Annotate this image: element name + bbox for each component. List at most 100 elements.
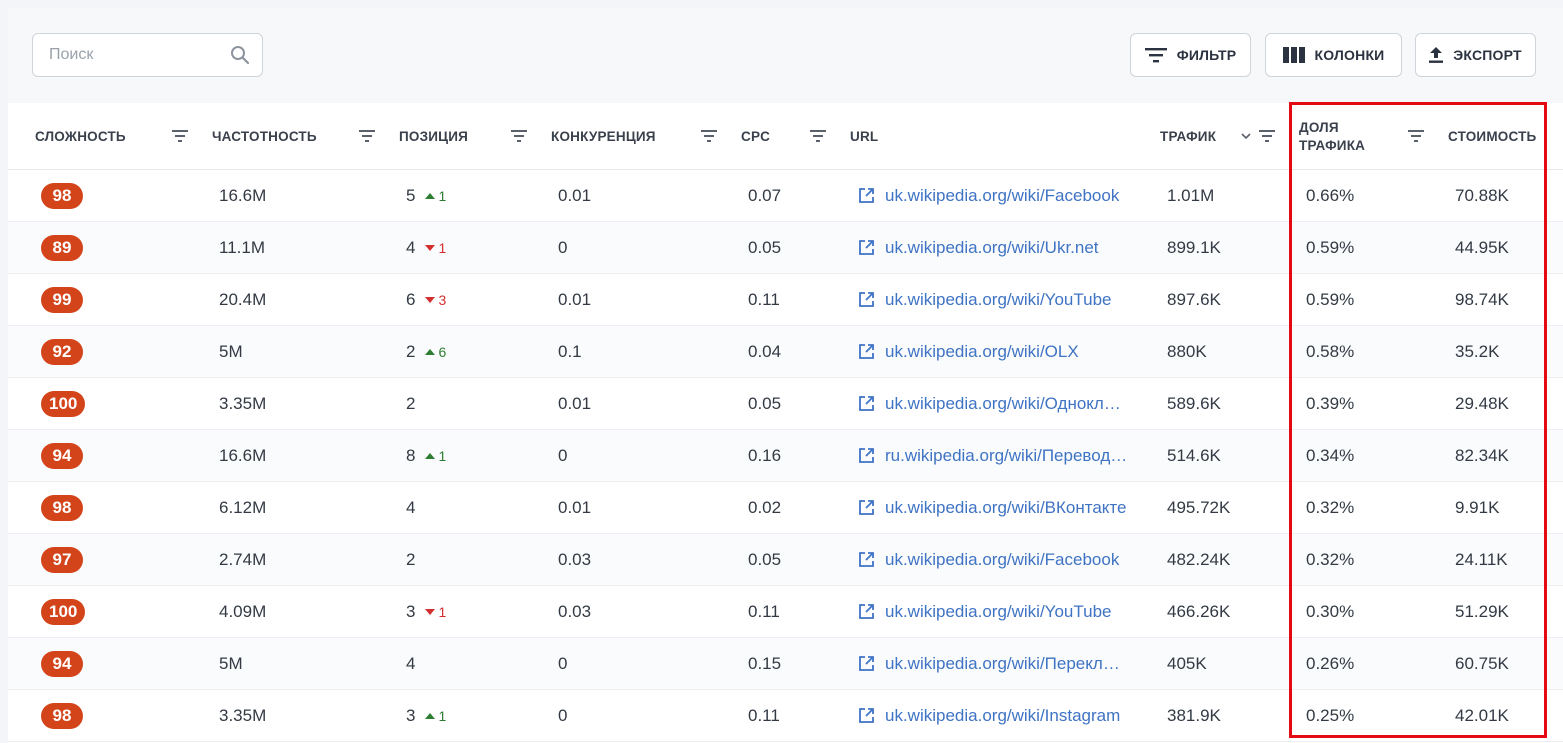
- url-link[interactable]: uk.wikipedia.org/wiki/YouTube: [858, 586, 1111, 637]
- position-change: 1: [425, 708, 446, 724]
- difficulty-badge: 98: [41, 183, 83, 209]
- competition-cell: 0: [558, 705, 568, 725]
- table-row[interactable]: 99 20.4M 6 3 0.01 0.11 uk.wikipedia.org/wiki/Y…: [8, 274, 1563, 326]
- url-link[interactable]: uk.wikipedia.org/wiki/OLX: [858, 326, 1079, 377]
- competition-cell: 0.03: [558, 601, 592, 621]
- position-cell: 31: [406, 705, 447, 725]
- external-link-icon: [859, 656, 874, 671]
- external-link-icon: [859, 448, 874, 463]
- url-link[interactable]: uk.wikipedia.org/wiki/Однокласники: [858, 378, 1129, 429]
- traffic-cell: 514.6K: [1167, 445, 1221, 465]
- traffic-cell: 1.01M: [1167, 185, 1215, 205]
- column-filter-icon[interactable]: [810, 128, 826, 144]
- export-button[interactable]: ЭКСПОРТ: [1415, 33, 1536, 77]
- columns-icon: [1282, 47, 1305, 63]
- arrow-down-icon: [425, 244, 436, 251]
- table-row[interactable]: 92 5M 2 6 0.1 0.04 uk.wikipedia.org/wiki/OLX 88…: [8, 326, 1563, 378]
- frequency-cell: 3.35M: [219, 393, 267, 413]
- position-change: 3: [425, 292, 446, 308]
- external-link-icon: [859, 500, 874, 515]
- position-cell: 2: [406, 549, 416, 569]
- competition-cell: 0: [558, 653, 568, 673]
- table-row[interactable]: 97 2.74M 2 0.03 0.05 uk.wikipedia.org/wiki/Fa…: [8, 534, 1563, 586]
- difficulty-badge: 97: [41, 547, 83, 573]
- table-row[interactable]: 94 16.6M 8 1 0 0.16 ru.wikipedia.org/wiki/Пере…: [8, 430, 1563, 482]
- cost-cell: 44.95K: [1455, 237, 1509, 257]
- traffic-cell: 897.6K: [1167, 289, 1221, 309]
- columns-button[interactable]: КОЛОНКИ: [1265, 33, 1402, 77]
- column-filter-icon[interactable]: [511, 128, 527, 144]
- table-row[interactable]: 98 6.12M 4 0.01 0.02 uk.wikipedia.org/wiki/ВК…: [8, 482, 1563, 534]
- column-header-cost[interactable]: СТОИМОСТЬ: [1448, 103, 1536, 170]
- search-input[interactable]: [33, 34, 262, 76]
- sort-chevron-down-icon[interactable]: [1240, 130, 1252, 142]
- traffic-share-cell: 0.25%: [1306, 705, 1355, 725]
- column-header-traffic-share[interactable]: ДОЛЯ ТРАФИКА: [1299, 103, 1365, 170]
- column-filter-icon[interactable]: [172, 128, 188, 144]
- frequency-cell: 20.4M: [219, 289, 267, 309]
- position-cell: 26: [406, 341, 447, 361]
- table-row[interactable]: 89 11.1M 4 1 0 0.05 uk.wikipedia.org/wiki/Ukr.…: [8, 222, 1563, 274]
- column-filter-icon[interactable]: [701, 128, 717, 144]
- column-filter-icon[interactable]: [359, 128, 375, 144]
- traffic-share-cell: 0.30%: [1306, 601, 1355, 621]
- column-filter-icon[interactable]: [1259, 128, 1275, 144]
- url-link[interactable]: uk.wikipedia.org/wiki/Facebook: [858, 170, 1119, 221]
- cpc-cell: 0.11: [748, 705, 780, 725]
- cpc-cell: 0.05: [748, 393, 782, 413]
- column-header-frequency[interactable]: ЧАСТОТНОСТЬ: [212, 103, 317, 170]
- position-cell: 81: [406, 445, 447, 465]
- frequency-cell: 16.6M: [219, 445, 267, 465]
- frequency-cell: 5M: [219, 341, 243, 361]
- traffic-share-cell: 0.39%: [1306, 393, 1355, 413]
- arrow-up-icon: [425, 348, 436, 355]
- difficulty-badge: 99: [41, 287, 83, 313]
- traffic-share-cell: 0.26%: [1306, 653, 1355, 673]
- cpc-cell: 0.11: [748, 289, 780, 309]
- table-row[interactable]: 100 4.09M 3 1 0.03 0.11 uk.wikipedia.org/wiki/…: [8, 586, 1563, 638]
- traffic-cell: 405K: [1167, 653, 1207, 673]
- filter-icon: [1144, 48, 1167, 63]
- table-row[interactable]: 98 16.6M 5 1 0.01 0.07 uk.wikipedia.org/wiki/F…: [8, 170, 1563, 222]
- external-link-icon: [859, 188, 874, 203]
- cpc-cell: 0.15: [748, 653, 782, 673]
- url-link[interactable]: uk.wikipedia.org/wiki/ВКонтакте: [858, 482, 1127, 533]
- column-header-competition[interactable]: КОНКУРЕНЦИЯ: [551, 103, 656, 170]
- frequency-cell: 11.1M: [219, 237, 265, 257]
- competition-cell: 0.1: [558, 341, 582, 361]
- export-button-label: ЭКСПОРТ: [1453, 47, 1522, 63]
- column-header-traffic[interactable]: ТРАФИК: [1160, 103, 1216, 170]
- search-box: [32, 33, 263, 77]
- position-change: 1: [425, 448, 446, 464]
- difficulty-badge: 89: [41, 235, 83, 261]
- position-change: 1: [425, 188, 446, 204]
- competition-cell: 0: [558, 445, 568, 465]
- url-link[interactable]: uk.wikipedia.org/wiki/Перекладач: [858, 638, 1129, 689]
- traffic-share-cell: 0.59%: [1306, 289, 1355, 309]
- column-header-url[interactable]: URL: [850, 103, 878, 170]
- column-header-position[interactable]: ПОЗИЦИЯ: [399, 103, 468, 170]
- competition-cell: 0.01: [558, 393, 592, 413]
- url-link[interactable]: uk.wikipedia.org/wiki/Facebook: [858, 534, 1119, 585]
- table-row[interactable]: 98 3.35M 3 1 0 0.11 uk.wikipedia.org/wiki/Inst…: [8, 690, 1563, 742]
- column-filter-icon[interactable]: [1408, 128, 1424, 144]
- frequency-cell: 5M: [219, 653, 243, 673]
- column-header-cpc[interactable]: CPC: [741, 103, 770, 170]
- traffic-cell: 495.72K: [1167, 497, 1231, 517]
- cost-cell: 42.01K: [1455, 705, 1509, 725]
- search-icon[interactable]: [230, 45, 250, 65]
- cost-cell: 82.34K: [1455, 445, 1509, 465]
- cost-cell: 9.91K: [1455, 497, 1500, 517]
- filter-button[interactable]: ФИЛЬТР: [1130, 33, 1251, 77]
- url-link[interactable]: uk.wikipedia.org/wiki/Instagram: [858, 690, 1120, 741]
- url-link[interactable]: uk.wikipedia.org/wiki/Ukr.net: [858, 222, 1099, 273]
- url-link[interactable]: ru.wikipedia.org/wiki/Переводчик: [858, 430, 1129, 481]
- traffic-share-cell: 0.59%: [1306, 237, 1355, 257]
- column-header-difficulty[interactable]: СЛОЖНОСТЬ: [35, 103, 126, 170]
- table-row[interactable]: 94 5M 4 0 0.15 uk.wikipedia.org/wiki/Переклад…: [8, 638, 1563, 690]
- url-link[interactable]: uk.wikipedia.org/wiki/YouTube: [858, 274, 1111, 325]
- table-row[interactable]: 100 3.35M 2 0.01 0.05 uk.wikipedia.org/wiki/О…: [8, 378, 1563, 430]
- difficulty-badge: 98: [41, 495, 83, 521]
- external-link-icon: [859, 708, 874, 723]
- position-cell: 4: [406, 497, 416, 517]
